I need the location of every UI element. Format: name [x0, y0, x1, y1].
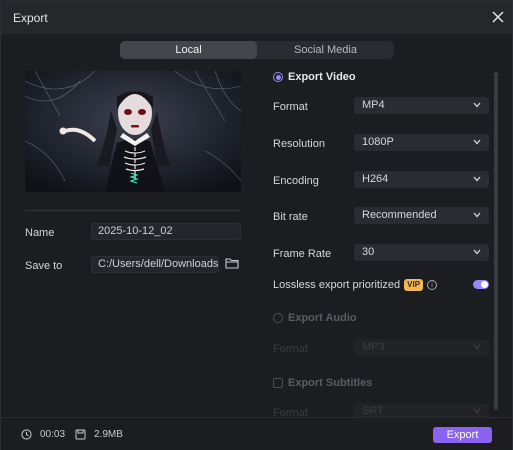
chevron-down-icon — [473, 408, 481, 414]
bitrate-value: Recommended — [362, 209, 437, 221]
title-bar: Export — [1, 1, 512, 34]
encoding-select[interactable]: H264 — [354, 171, 489, 188]
dialog-title: Export — [13, 11, 48, 25]
export-button[interactable]: Export — [433, 427, 492, 443]
encoding-label: Encoding — [273, 175, 319, 187]
video-preview-thumbnail — [25, 71, 241, 192]
resolution-value: 1080P — [362, 136, 394, 148]
export-video-option[interactable]: Export Video — [273, 71, 356, 83]
export-subtitles-checkbox[interactable] — [273, 378, 283, 388]
chevron-down-icon — [473, 176, 481, 182]
resolution-select[interactable]: 1080P — [354, 134, 489, 151]
filesize-value: 2.9MB — [94, 429, 123, 440]
framerate-select[interactable]: 30 — [354, 244, 489, 261]
browse-folder-button[interactable] — [225, 257, 241, 271]
export-audio-option[interactable]: Export Audio — [273, 312, 357, 324]
name-input[interactable]: 2025-10-12_02 — [91, 223, 241, 240]
name-label: Name — [25, 227, 55, 239]
save-to-label: Save to — [25, 260, 63, 272]
file-size-icon — [75, 429, 86, 440]
audio-format-label: Format — [273, 343, 308, 355]
chevron-down-icon — [473, 102, 481, 108]
chevron-down-icon — [473, 139, 481, 145]
vip-badge: VIP — [404, 279, 424, 291]
tab-social-media[interactable]: Social Media — [257, 41, 394, 59]
audio-format-value: MP3 — [362, 341, 385, 353]
export-audio-label: Export Audio — [288, 312, 357, 324]
tab-local[interactable]: Local — [120, 41, 257, 59]
subtitles-format-value: SRT — [362, 405, 384, 417]
resolution-label: Resolution — [273, 138, 325, 150]
export-subtitles-option[interactable]: Export Subtitles — [273, 377, 372, 389]
chevron-down-icon — [473, 344, 481, 350]
close-icon — [492, 11, 504, 23]
filesize-info: 2.9MB — [75, 429, 123, 440]
export-tabs: Local Social Media — [120, 41, 394, 59]
export-video-label: Export Video — [288, 71, 356, 83]
save-path-input[interactable]: C:/Users/dell/Downloads — [91, 256, 219, 273]
lossless-row: Lossless export prioritized VIP i — [273, 279, 438, 291]
subtitles-format-select[interactable]: SRT — [354, 403, 489, 417]
chevron-down-icon — [473, 249, 481, 255]
export-dialog: Export Local Social Media Name 2025-10-1… — [0, 0, 513, 450]
settings-scrollbar[interactable] — [494, 72, 498, 410]
subtitles-format-label: Format — [273, 407, 308, 417]
framerate-value: 30 — [362, 246, 375, 258]
duration-info: 00:03 — [21, 429, 65, 440]
clock-icon — [21, 429, 32, 440]
export-settings-panel: Export Video Format MP4 Resolution 1080P… — [267, 65, 493, 417]
export-audio-radio[interactable] — [273, 313, 283, 323]
bitrate-select[interactable]: Recommended — [354, 207, 489, 224]
lossless-toggle[interactable] — [473, 280, 489, 289]
left-divider — [25, 210, 241, 211]
lossless-label: Lossless export prioritized — [273, 279, 401, 291]
footer-bar: 00:03 2.9MB Export — [1, 417, 512, 450]
close-button[interactable] — [488, 7, 508, 27]
audio-format-select[interactable]: MP3 — [354, 339, 489, 356]
folder-icon — [225, 258, 239, 269]
export-subtitles-label: Export Subtitles — [288, 377, 373, 389]
framerate-label: Frame Rate — [273, 248, 332, 260]
info-icon[interactable]: i — [427, 280, 438, 290]
format-label: Format — [273, 101, 308, 113]
duration-value: 00:03 — [40, 429, 66, 440]
export-video-radio[interactable] — [273, 72, 283, 82]
encoding-value: H264 — [362, 173, 389, 185]
chevron-down-icon — [473, 212, 481, 218]
bitrate-label: Bit rate — [273, 211, 308, 223]
format-value: MP4 — [362, 99, 385, 111]
format-select[interactable]: MP4 — [354, 97, 489, 114]
